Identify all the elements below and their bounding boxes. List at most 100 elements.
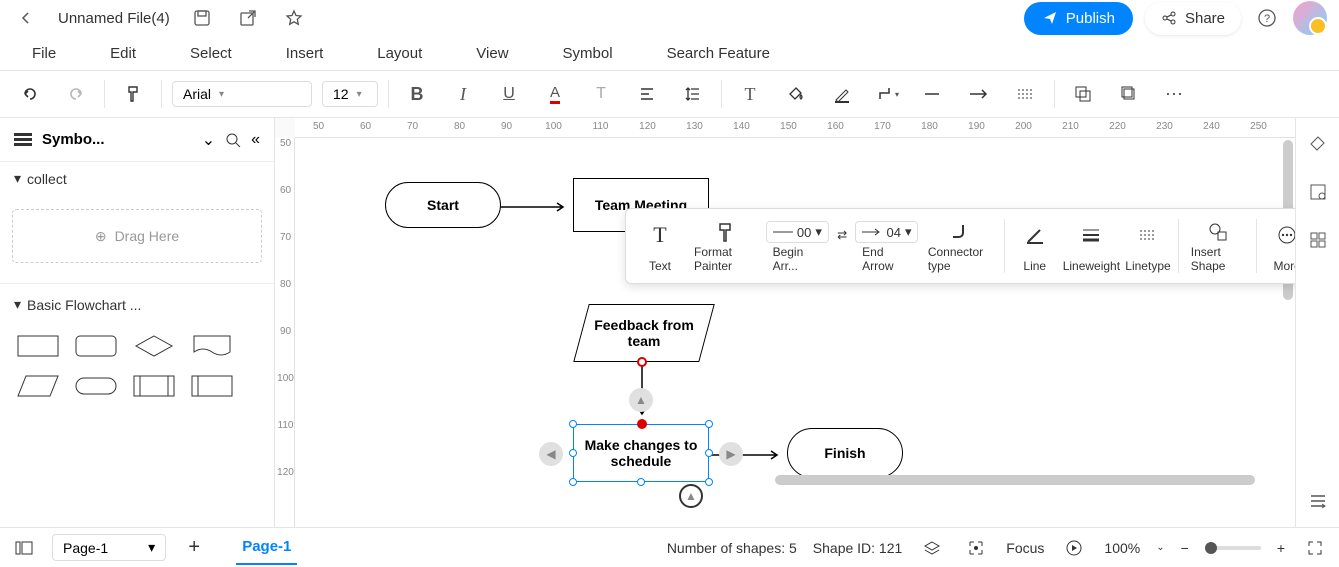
- handle[interactable]: [705, 420, 713, 428]
- connector-endpoint[interactable]: [637, 419, 647, 429]
- zoom-value[interactable]: 100%: [1104, 540, 1140, 556]
- drag-here[interactable]: ⊕ Drag Here: [12, 209, 262, 263]
- scrollbar-horizontal[interactable]: [775, 475, 1255, 485]
- shape-feedback[interactable]: Feedback from team: [573, 304, 715, 362]
- shape-terminator[interactable]: [70, 369, 122, 403]
- font-select[interactable]: Arial▾: [172, 81, 312, 107]
- ctx-more[interactable]: More: [1261, 215, 1295, 277]
- save-icon[interactable]: [188, 4, 216, 32]
- more-button[interactable]: ⋯: [1157, 76, 1193, 112]
- basic-flowchart-section[interactable]: ▾Basic Flowchart ...: [14, 296, 260, 313]
- handle[interactable]: [569, 449, 577, 457]
- layers-icon[interactable]: [918, 534, 946, 562]
- ctx-linetype[interactable]: Linetype: [1122, 215, 1174, 277]
- list-panel-icon[interactable]: [1304, 487, 1332, 515]
- nav-up[interactable]: ▲: [629, 388, 653, 412]
- zoom-in-button[interactable]: +: [1277, 540, 1285, 556]
- page-select[interactable]: Page-1▾: [52, 534, 166, 561]
- menu-view[interactable]: View: [476, 45, 508, 62]
- italic-button[interactable]: I: [445, 76, 481, 112]
- grid-panel-icon[interactable]: [1304, 226, 1332, 254]
- handle[interactable]: [637, 478, 645, 486]
- menu-search[interactable]: Search Feature: [667, 45, 770, 62]
- shape-diamond[interactable]: [128, 329, 180, 363]
- ctx-format-painter[interactable]: Format Painter: [686, 215, 765, 277]
- shape-finish[interactable]: Finish: [787, 428, 903, 478]
- zoom-slider[interactable]: [1205, 546, 1261, 550]
- group2-button[interactable]: [1111, 76, 1147, 112]
- group1-button[interactable]: [1065, 76, 1101, 112]
- shape-make-changes[interactable]: Make changes to schedule: [573, 424, 709, 482]
- connector-button[interactable]: ▾: [870, 76, 906, 112]
- arrow-style-button[interactable]: [962, 76, 998, 112]
- chevron-down-icon[interactable]: ⌄: [202, 130, 215, 150]
- shape-para[interactable]: [12, 369, 64, 403]
- shape-storage[interactable]: [186, 369, 238, 403]
- presentation-icon[interactable]: [1060, 534, 1088, 562]
- ctx-text[interactable]: TText: [634, 215, 686, 277]
- clear-format-button[interactable]: T: [583, 76, 619, 112]
- ctx-connector-type[interactable]: Connector type: [920, 215, 1000, 277]
- font-size-select[interactable]: 12▾: [322, 81, 378, 107]
- underline-button[interactable]: U: [491, 76, 527, 112]
- handle[interactable]: [705, 449, 713, 457]
- ctx-end-arrow[interactable]: 04▾End Arrow: [854, 215, 920, 277]
- menu-select[interactable]: Select: [190, 45, 232, 62]
- menu-layout[interactable]: Layout: [377, 45, 422, 62]
- align-button[interactable]: [629, 76, 665, 112]
- handle[interactable]: [569, 478, 577, 486]
- ctx-lineweight[interactable]: Lineweight: [1061, 215, 1122, 277]
- collapse-icon[interactable]: «: [251, 131, 260, 149]
- symbols-icon: [14, 133, 32, 147]
- fill-button[interactable]: [778, 76, 814, 112]
- nav-right[interactable]: ▶: [719, 442, 743, 466]
- collect-section[interactable]: ▾collect: [14, 170, 260, 187]
- back-icon[interactable]: [12, 4, 40, 32]
- star-icon[interactable]: [280, 4, 308, 32]
- shape-predefined[interactable]: [128, 369, 180, 403]
- shape-rounded[interactable]: [70, 329, 122, 363]
- fullscreen-icon[interactable]: [1301, 534, 1329, 562]
- format-painter-button[interactable]: [115, 76, 151, 112]
- page-list-icon[interactable]: [10, 534, 38, 562]
- search-icon[interactable]: [225, 132, 241, 148]
- undo-button[interactable]: [12, 76, 48, 112]
- avatar[interactable]: [1293, 1, 1327, 35]
- ctx-begin-arrow[interactable]: 00▾Begin Arr...: [765, 215, 831, 277]
- publish-button[interactable]: Publish: [1024, 2, 1133, 35]
- basic-label: Basic Flowchart ...: [27, 297, 141, 313]
- share-button[interactable]: Share: [1145, 2, 1241, 35]
- canvas[interactable]: Start Team Meeting Feedback from team Ma…: [295, 138, 1295, 527]
- properties-panel-icon[interactable]: [1304, 178, 1332, 206]
- help-icon[interactable]: ?: [1253, 4, 1281, 32]
- handle[interactable]: [705, 478, 713, 486]
- ctx-line[interactable]: Line: [1009, 215, 1061, 277]
- textbox-button[interactable]: T: [732, 76, 768, 112]
- shape-start[interactable]: Start: [385, 182, 501, 228]
- line-weight-button[interactable]: [1008, 76, 1044, 112]
- menu-file[interactable]: File: [32, 45, 56, 62]
- connector-endpoint[interactable]: [637, 357, 647, 367]
- nav-left[interactable]: ◀: [539, 442, 563, 466]
- menu-symbol[interactable]: Symbol: [563, 45, 613, 62]
- fill-panel-icon[interactable]: [1304, 130, 1332, 158]
- ctx-insert-shape[interactable]: Insert Shape: [1183, 215, 1253, 277]
- add-page-button[interactable]: +: [180, 534, 208, 562]
- zoom-out-button[interactable]: −: [1181, 540, 1189, 556]
- ctx-swap[interactable]: ⇄: [830, 215, 854, 277]
- line-color-button[interactable]: [824, 76, 860, 112]
- shape-rect[interactable]: [12, 329, 64, 363]
- page-tab[interactable]: Page-1: [236, 530, 297, 565]
- bold-button[interactable]: B: [399, 76, 435, 112]
- menu-edit[interactable]: Edit: [110, 45, 136, 62]
- redo-button[interactable]: [58, 76, 94, 112]
- focus-icon[interactable]: [962, 534, 990, 562]
- handle[interactable]: [569, 420, 577, 428]
- nav-down[interactable]: ▲: [679, 484, 703, 508]
- line-spacing-button[interactable]: [675, 76, 711, 112]
- menu-insert[interactable]: Insert: [286, 45, 324, 62]
- shape-doc[interactable]: [186, 329, 238, 363]
- export-icon[interactable]: [234, 4, 262, 32]
- font-color-button[interactable]: A: [537, 76, 573, 112]
- line-style-button[interactable]: [916, 76, 952, 112]
